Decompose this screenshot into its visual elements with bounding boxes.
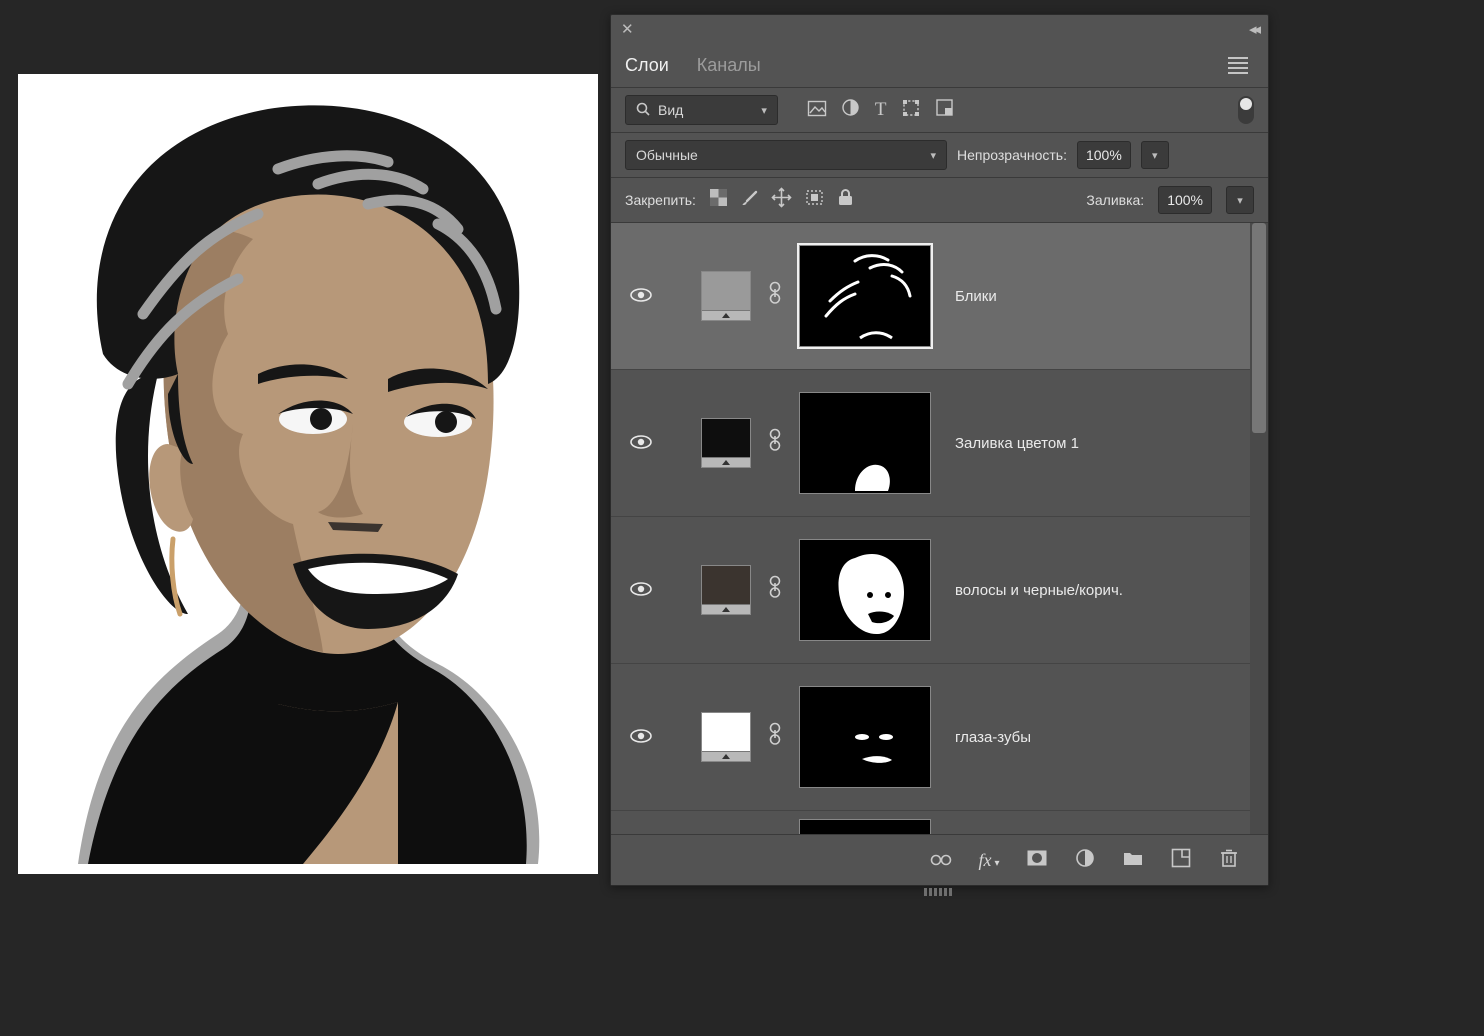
lock-pixels-icon[interactable]	[710, 189, 727, 211]
opacity-chevron[interactable]: ▾	[1141, 141, 1169, 169]
layer-list: Блики Заливка цветом 1 волосы и черные/кор…	[611, 223, 1268, 885]
opacity-label: Непрозрачность:	[957, 147, 1067, 163]
mask-thumbnail[interactable]	[799, 392, 931, 494]
link-icon	[763, 429, 787, 457]
fill-label: Заливка:	[1086, 192, 1144, 208]
layer-row[interactable]: глаза-зубы	[611, 664, 1268, 811]
tab-layers[interactable]: Слои	[625, 55, 669, 76]
new-adjustment-icon[interactable]	[1074, 849, 1096, 872]
lock-artboard-icon[interactable]	[805, 189, 824, 211]
chevron-down-icon: ▾	[761, 104, 767, 117]
close-icon[interactable]: ✕	[621, 22, 634, 37]
layer-name[interactable]: глаза-зубы	[955, 729, 1031, 746]
blend-mode-select[interactable]: Обычные ▾	[625, 140, 947, 170]
layer-row[interactable]: Блики	[611, 223, 1268, 370]
chevron-down-icon: ▾	[930, 149, 936, 162]
panel-menu-icon[interactable]	[1222, 51, 1254, 80]
fill-thumbnail[interactable]	[701, 418, 751, 468]
mask-thumbnail[interactable]	[799, 686, 931, 788]
shape-filter-icon[interactable]	[902, 99, 920, 122]
opacity-value: 100%	[1086, 147, 1122, 163]
layers-panel: ✕ ◂◂ Слои Каналы Вид ▾	[610, 14, 1269, 886]
panel-tabs: Слои Каналы	[611, 43, 1268, 88]
collapse-icon[interactable]: ◂◂	[1249, 20, 1258, 38]
layer-row[interactable]: Заливка цветом 1	[611, 370, 1268, 517]
link-icon	[763, 723, 787, 751]
lock-position-icon[interactable]	[772, 188, 791, 212]
link-layers-icon[interactable]	[930, 850, 952, 871]
fill-thumbnail[interactable]	[701, 271, 751, 321]
layer-filter-label: Вид	[658, 102, 683, 118]
lock-label: Закрепить:	[625, 192, 696, 208]
visibility-icon[interactable]	[625, 285, 657, 308]
layer-filter-select[interactable]: Вид ▾	[625, 95, 778, 125]
delete-icon[interactable]	[1218, 849, 1240, 872]
panel-resize-grip[interactable]	[918, 888, 958, 898]
visibility-icon[interactable]	[625, 579, 657, 602]
mask-thumbnail[interactable]	[799, 539, 931, 641]
fill-chevron[interactable]: ▾	[1226, 186, 1254, 214]
new-layer-icon[interactable]	[1170, 849, 1192, 872]
link-icon	[763, 576, 787, 604]
fx-icon[interactable]: fx▾	[978, 850, 1000, 871]
filter-toggle[interactable]	[1238, 96, 1254, 124]
fill-thumbnail[interactable]	[701, 712, 751, 762]
add-mask-icon[interactable]	[1026, 850, 1048, 871]
mask-thumbnail[interactable]	[799, 245, 931, 347]
fill-thumbnail[interactable]	[701, 565, 751, 615]
document-canvas[interactable]	[18, 74, 598, 874]
tab-channels[interactable]: Каналы	[697, 55, 761, 76]
new-group-icon[interactable]	[1122, 850, 1144, 871]
panel-bottom-bar: fx▾	[611, 834, 1268, 885]
fill-value: 100%	[1167, 192, 1203, 208]
visibility-icon[interactable]	[625, 432, 657, 455]
layer-name[interactable]: Заливка цветом 1	[955, 435, 1079, 452]
layer-name[interactable]: Блики	[955, 288, 997, 305]
visibility-icon[interactable]	[625, 726, 657, 749]
lock-all-icon[interactable]	[838, 189, 853, 211]
adjustment-filter-icon[interactable]	[842, 99, 859, 121]
link-icon	[763, 282, 787, 310]
layer-row[interactable]: волосы и черные/корич.	[611, 517, 1268, 664]
image-filter-icon[interactable]	[808, 100, 826, 121]
scrollbar[interactable]	[1250, 223, 1268, 885]
opacity-input[interactable]: 100%	[1077, 141, 1131, 169]
type-filter-icon[interactable]: T	[875, 99, 887, 121]
layer-name[interactable]: волосы и черные/корич.	[955, 582, 1123, 599]
search-icon	[636, 102, 650, 119]
lock-brush-icon[interactable]	[741, 189, 758, 211]
scroll-thumb[interactable]	[1252, 223, 1266, 433]
smartobject-filter-icon[interactable]	[936, 99, 953, 121]
blend-mode-value: Обычные	[636, 147, 698, 163]
fill-input[interactable]: 100%	[1158, 186, 1212, 214]
